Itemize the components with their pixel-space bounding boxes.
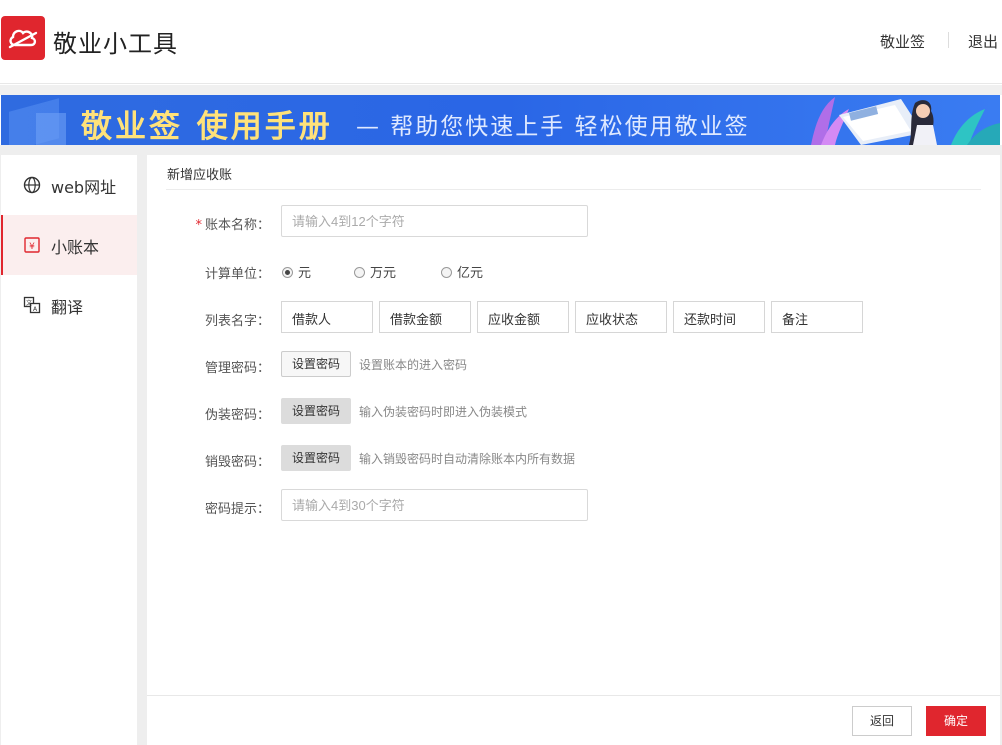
set-destroy-password-button[interactable]: 设置密码	[281, 445, 352, 471]
sidebar-item-ledger[interactable]: ¥ 小账本	[1, 215, 137, 275]
sidebar: web网址 ¥ 小账本 文 A 翻译	[1, 155, 137, 745]
banner-title: 敬业签 使用手册	[81, 109, 333, 145]
sidebar-item-label: web网址	[51, 178, 117, 197]
unit-radio-wanyuan[interactable]: 万元	[354, 262, 396, 281]
footer-divider	[147, 695, 1000, 696]
set-disguise-password-button[interactable]: 设置密码	[281, 398, 352, 424]
sidebar-item-label: 翻译	[51, 298, 84, 317]
account-name-input[interactable]	[281, 205, 588, 237]
radio-dot	[282, 267, 293, 278]
radio-label: 元	[298, 266, 312, 281]
unit-label: 计算单位：	[204, 267, 270, 282]
disguise-password-label: 伪装密码：	[204, 408, 270, 423]
divider	[166, 189, 981, 190]
svg-text:文: 文	[26, 299, 32, 307]
column-name-field[interactable]: 备注	[771, 301, 863, 333]
column-name-field[interactable]: 应收状态	[575, 301, 667, 333]
password-hint-label: 密码提示：	[204, 502, 270, 517]
globe-icon	[23, 176, 41, 194]
banner-subtitle: — 帮助您快速上手 轻松使用敬业签	[356, 114, 750, 140]
column-name-field[interactable]: 还款时间	[673, 301, 765, 333]
cloud-logo-icon	[8, 29, 38, 49]
form-panel: 新增应收账 *账本名称： 计算单位： 元 万元 亿元 列表名字： 借款人 借款金…	[147, 155, 1000, 745]
column-name-field[interactable]: 借款人	[281, 301, 373, 333]
radio-dot	[441, 267, 452, 278]
password-hint-input[interactable]	[281, 489, 588, 521]
header-gap	[0, 85, 1002, 95]
unit-radio-yiyuan[interactable]: 亿元	[441, 262, 483, 281]
unit-radio-yuan[interactable]: 元	[282, 262, 311, 281]
sidebar-item-web[interactable]: web网址	[1, 155, 137, 215]
svg-text:¥: ¥	[29, 242, 35, 252]
logout-link[interactable]: 退出	[968, 31, 998, 52]
column-name-field[interactable]: 应收金额	[477, 301, 569, 333]
set-admin-password-button[interactable]: 设置密码	[281, 351, 352, 377]
nav-link-jingyeqian[interactable]: 敬业签	[880, 31, 925, 52]
top-header: 敬业小工具 敬业签 退出	[0, 0, 1002, 84]
column-names-label: 列表名字：	[204, 314, 270, 329]
app-title: 敬业小工具	[53, 30, 178, 58]
radio-label: 亿元	[457, 266, 484, 281]
confirm-button[interactable]: 确定	[926, 706, 986, 736]
banner-illustration-icon	[811, 97, 1000, 145]
form-heading: 新增应收账	[167, 168, 233, 183]
column-name-field[interactable]: 借款金额	[379, 301, 471, 333]
admin-password-hint: 设置账本的进入密码	[359, 358, 468, 372]
translate-icon: 文 A	[23, 296, 41, 314]
required-mark: *	[195, 218, 202, 233]
destroy-password-label: 销毁密码：	[204, 455, 270, 470]
account-name-label: * 账本名称：	[147, 214, 270, 233]
logo	[1, 16, 45, 60]
sidebar-item-label: 小账本	[51, 238, 100, 257]
back-button[interactable]: 返回	[852, 706, 912, 736]
radio-label: 万元	[370, 266, 397, 281]
admin-password-label: 管理密码：	[204, 361, 270, 376]
nav-divider	[948, 32, 949, 48]
disguise-password-hint: 输入伪装密码时即进入伪装模式	[359, 405, 528, 419]
manual-banner[interactable]: 敬业签 使用手册 — 帮助您快速上手 轻松使用敬业签	[1, 95, 1000, 145]
destroy-password-hint: 输入销毁密码时自动清除账本内所有数据	[359, 452, 576, 466]
banner-decoration	[36, 113, 66, 145]
ledger-icon: ¥	[24, 237, 40, 253]
account-name-label-text: 账本名称：	[204, 218, 270, 233]
sidebar-item-translate[interactable]: 文 A 翻译	[1, 275, 137, 335]
radio-dot	[354, 267, 365, 278]
